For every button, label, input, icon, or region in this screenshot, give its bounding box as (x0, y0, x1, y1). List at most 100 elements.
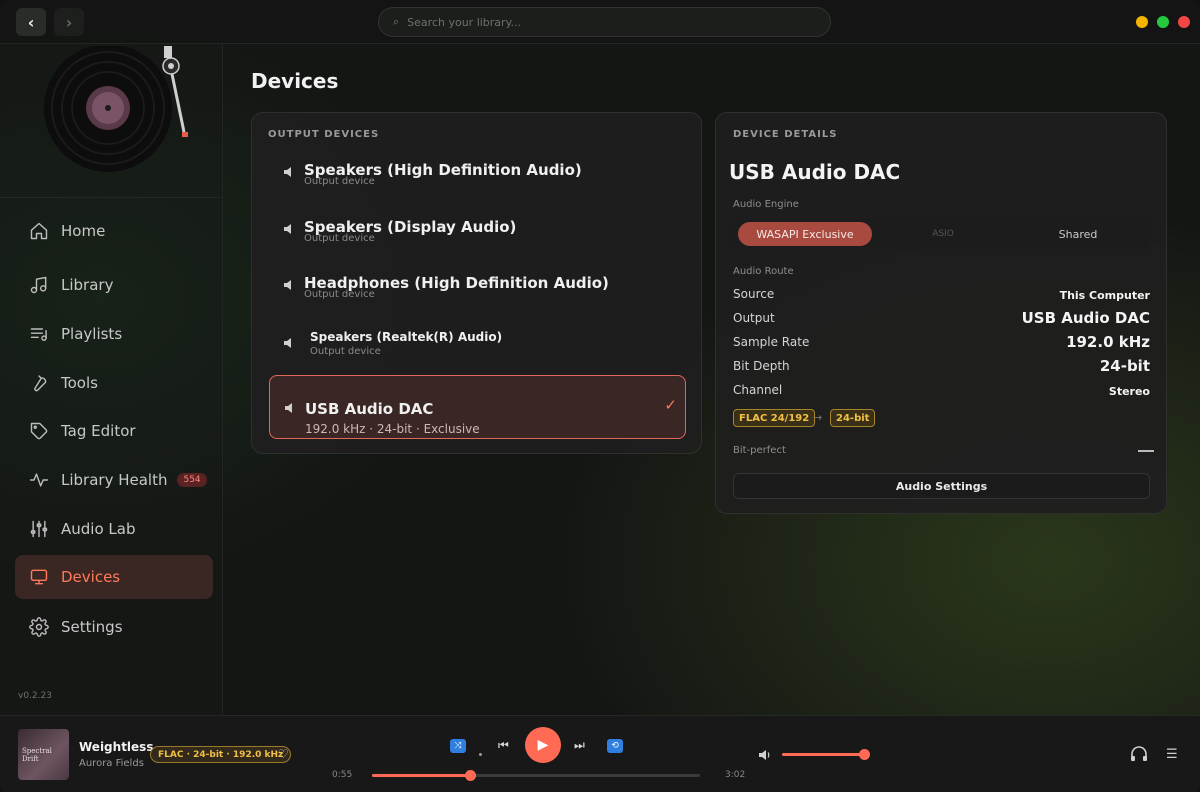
quality-badge: FLAC · 24-bit · 192.0 kHz (150, 746, 292, 763)
progress-slider[interactable] (372, 770, 700, 781)
route-row: Source This Computer (733, 287, 1150, 307)
sidebar-item-tag-editor[interactable]: Tag Editor (15, 409, 213, 453)
checkmark-icon: ✓ (664, 396, 677, 414)
play-button[interactable]: ▶ (525, 727, 561, 763)
sidebar-item-playlists[interactable]: Playlists (15, 312, 213, 356)
sidebar-item-label: Library (61, 276, 114, 294)
section-label: OUTPUT DEVICES (268, 129, 380, 140)
gear-icon (29, 617, 49, 637)
top-bar: ‹ › ⌕ (0, 0, 1200, 44)
app-window: ‹ › ⌕ Home (0, 0, 1200, 792)
sidebar-item-audio-lab[interactable]: Audio Lab (15, 507, 213, 551)
maximize-button[interactable] (1157, 16, 1169, 28)
device-title: USB Audio DAC (729, 160, 901, 184)
audio-engine-selector: WASAPI Exclusive ASIO Shared (733, 219, 1150, 249)
route-row: Bit Depth 24-bit (733, 357, 1150, 379)
track-title[interactable]: Weightless (79, 740, 153, 754)
device-item[interactable]: Speakers (Realtek(R) Audio) Output devic… (282, 330, 682, 360)
device-name: USB Audio DAC (305, 400, 434, 418)
sidebar-item-library[interactable]: Library (15, 263, 213, 307)
tag-icon (29, 421, 49, 441)
forward-button[interactable]: › (54, 8, 84, 36)
search-bar[interactable]: ⌕ (378, 7, 831, 37)
version-label: v0.2.23 (18, 691, 52, 701)
monitor-icon (29, 567, 49, 587)
speaker-icon (285, 403, 292, 413)
engine-option-asio[interactable]: ASIO (893, 222, 993, 246)
track-artist[interactable]: Aurora Fields (79, 758, 144, 769)
route-value: Stereo (1108, 385, 1150, 398)
route-key: Sample Rate (733, 335, 810, 349)
device-subtitle: Output device (310, 346, 381, 357)
engine-option-wasapi[interactable]: WASAPI Exclusive (738, 222, 872, 246)
shuffle-icon: ⤨ (454, 741, 462, 751)
output-devices-panel: OUTPUT DEVICES Speakers (High Definition… (251, 112, 702, 454)
route-row: Sample Rate 192.0 kHz (733, 333, 1150, 355)
headphones-icon[interactable] (1130, 746, 1148, 762)
sidebar-item-label: Tag Editor (61, 422, 136, 440)
play-icon: ▶ (537, 737, 549, 753)
back-button[interactable]: ‹ (16, 8, 46, 36)
device-item[interactable]: Speakers (Display Audio) Output device (282, 218, 682, 248)
device-subtitle: Output device (304, 176, 375, 187)
album-art[interactable]: Spectral Drift (18, 729, 69, 780)
sidebar-item-settings[interactable]: Settings (15, 605, 213, 649)
sidebar-item-label: Playlists (61, 325, 123, 343)
device-subtitle: Output device (304, 233, 375, 244)
sidebar-item-label: Library Health (61, 471, 168, 489)
engine-option-shared[interactable]: Shared (1028, 222, 1128, 246)
volume-handle[interactable] (859, 749, 870, 760)
audio-settings-button[interactable]: Audio Settings (733, 473, 1150, 499)
volume-icon[interactable] (758, 748, 772, 762)
audio-route-label: Audio Route (733, 266, 794, 277)
queue-icon[interactable]: ☰ (1166, 747, 1178, 762)
progress-handle[interactable] (465, 770, 477, 781)
shuffle-button[interactable]: ⤨ (450, 739, 466, 753)
volume-slider[interactable] (782, 749, 870, 760)
home-icon (29, 221, 49, 241)
audio-engine-label: Audio Engine (733, 199, 799, 210)
turntable-icon (44, 46, 188, 172)
format-in-chip: FLAC 24/192 (733, 409, 816, 427)
count-badge: 554 (177, 473, 207, 487)
route-key: Bit Depth (733, 359, 790, 373)
route-value: This Computer (1059, 289, 1150, 302)
device-item[interactable]: Speakers (High Definition Audio) Output … (282, 161, 682, 191)
pulse-icon (29, 470, 49, 490)
music-note-icon (29, 275, 49, 295)
section-label: DEVICE DETAILS (733, 129, 838, 140)
sidebar-item-label: Settings (61, 618, 123, 636)
minimize-button[interactable] (1136, 16, 1148, 28)
next-icon: ⏭ (574, 738, 585, 752)
previous-button[interactable]: ⏮ (498, 738, 509, 753)
route-row: Channel Stereo (733, 383, 1150, 403)
heart-icon[interactable]: ♡ (278, 747, 289, 761)
player-bar: Spectral Drift Weightless Aurora Fields … (0, 715, 1200, 792)
sidebar-item-devices[interactable]: Devices (15, 555, 213, 599)
sidebar-item-library-health[interactable]: Library Health 554 (15, 458, 213, 502)
next-button[interactable]: ⏭ (574, 738, 585, 753)
sidebar-item-label: Tools (61, 374, 98, 392)
device-name: Speakers (Realtek(R) Audio) (310, 330, 503, 344)
close-button[interactable] (1178, 16, 1190, 28)
progress-fill (372, 774, 471, 777)
wrench-icon (29, 373, 49, 393)
route-key: Output (733, 311, 775, 325)
search-input[interactable] (407, 15, 788, 29)
route-value: 24-bit (1099, 357, 1150, 375)
sidebar-item-home[interactable]: Home (15, 209, 213, 253)
sidebar-item-label: Devices (61, 568, 121, 586)
format-out-chip: 24-bit (830, 409, 876, 427)
sidebar-divider (0, 197, 222, 198)
speaker-icon (284, 167, 291, 177)
device-item-selected[interactable]: USB Audio DAC 192.0 kHz · 24-bit · Exclu… (269, 375, 686, 439)
device-item[interactable]: Headphones (High Definition Audio) Outpu… (282, 274, 682, 304)
bit-perfect-indicator (1138, 450, 1154, 452)
repeat-button[interactable]: ⟲ (607, 739, 623, 753)
sidebar-item-tools[interactable]: Tools (15, 361, 213, 405)
device-subtitle: 192.0 kHz · 24-bit · Exclusive (305, 422, 480, 436)
search-icon: ⌕ (393, 15, 400, 28)
sidebar-item-label: Home (61, 222, 106, 240)
arrow-icon: → (813, 411, 823, 424)
repeat-icon: ⟲ (611, 741, 619, 751)
